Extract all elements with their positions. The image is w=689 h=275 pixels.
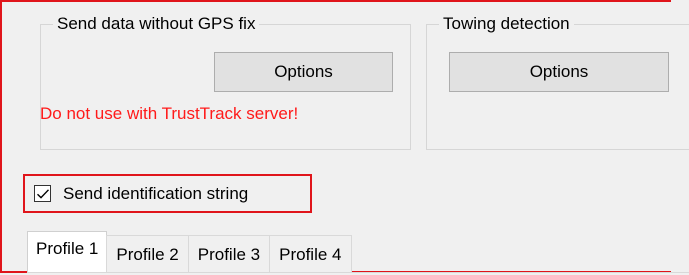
profile-tabstrip: Profile 1 Profile 2 Profile 3 Profile 4 [27, 227, 352, 273]
trusttrack-warning-text: Do not use with TrustTrack server! [40, 104, 299, 123]
tab-profile-2[interactable]: Profile 2 [106, 235, 189, 273]
send-identification-label: Send identification string [63, 183, 249, 203]
gps-options-button[interactable]: Options [214, 52, 393, 92]
tab-profile-1[interactable]: Profile 1 [27, 231, 108, 273]
towing-detection-group-title: Towing detection [443, 14, 570, 33]
send-identification-checkbox[interactable] [34, 185, 51, 202]
send-identification-checkbox-row[interactable]: Send identification string [23, 174, 312, 213]
checkmark-icon [37, 189, 50, 199]
tab-profile-4[interactable]: Profile 4 [269, 235, 352, 273]
tab-baseline [27, 272, 689, 273]
tab-profile-3[interactable]: Profile 3 [187, 235, 271, 273]
towing-options-button[interactable]: Options [449, 52, 669, 92]
gps-fix-group-title: Send data without GPS fix [57, 14, 256, 33]
